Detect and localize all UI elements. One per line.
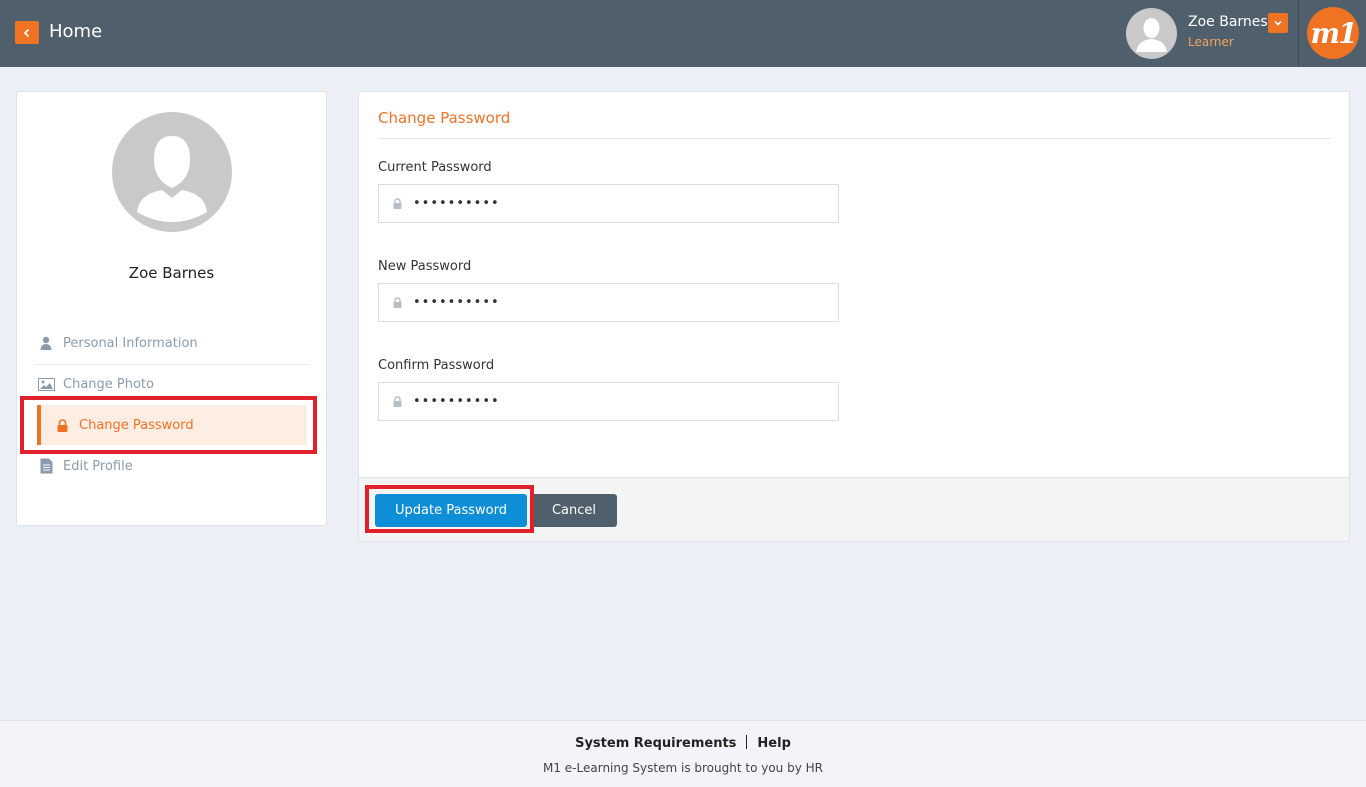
- form-title: Change Password: [378, 109, 511, 127]
- lock-icon: [391, 198, 403, 210]
- document-icon: [37, 457, 55, 475]
- current-password-label: Current Password: [378, 160, 492, 175]
- profile-card: Zoe Barnes Personal Information Change P…: [16, 91, 327, 526]
- footer-links: System Requirements Help: [0, 735, 1366, 751]
- back-button[interactable]: [15, 21, 39, 44]
- logo-text: m1: [1310, 16, 1357, 50]
- footer-link-separator: [746, 735, 748, 749]
- user-name: Zoe Barnes: [1188, 14, 1268, 30]
- menu-item-label: Edit Profile: [63, 458, 133, 474]
- lock-icon: [391, 297, 403, 309]
- new-password-input[interactable]: [413, 295, 813, 310]
- confirm-password-input[interactable]: [413, 394, 813, 409]
- image-icon: [37, 375, 55, 393]
- confirm-password-label: Confirm Password: [378, 358, 495, 373]
- lock-icon: [391, 396, 403, 408]
- profile-avatar: [112, 112, 232, 232]
- chevron-down-icon: [1274, 20, 1282, 26]
- user-silhouette-icon: [137, 136, 207, 222]
- home-link[interactable]: Home: [49, 20, 102, 44]
- current-password-input[interactable]: [413, 196, 813, 211]
- user-icon: [37, 334, 55, 352]
- footer-note: M1 e-Learning System is brought to you b…: [543, 761, 823, 775]
- user-silhouette-icon: [1136, 18, 1167, 52]
- user-avatar[interactable]: [1126, 8, 1177, 59]
- menu-item-label: Change Photo: [63, 376, 154, 392]
- m1-logo[interactable]: m1: [1307, 7, 1359, 59]
- cancel-button[interactable]: Cancel: [531, 494, 617, 527]
- top-bar: Home Zoe Barnes Learner m1: [0, 0, 1366, 67]
- menu-item-label: Personal Information: [63, 335, 198, 351]
- menu-item-personal-information[interactable]: Personal Information: [37, 323, 307, 363]
- title-divider: [378, 138, 1331, 139]
- confirm-password-field[interactable]: [378, 382, 839, 421]
- page-footer: System Requirements Help M1 e-Learning Sy…: [0, 720, 1366, 787]
- current-password-field[interactable]: [378, 184, 839, 223]
- chevron-left-icon: [23, 28, 30, 37]
- new-password-label: New Password: [378, 259, 472, 274]
- system-requirements-link[interactable]: System Requirements: [575, 736, 736, 751]
- help-link[interactable]: Help: [757, 736, 790, 751]
- change-password-form: Change Password Current Password New Pas…: [358, 91, 1350, 542]
- user-role: Learner: [1188, 35, 1234, 49]
- user-menu-dropdown[interactable]: [1268, 13, 1288, 33]
- highlight-box-button: [365, 485, 534, 533]
- profile-name: Zoe Barnes: [128, 264, 215, 282]
- new-password-field[interactable]: [378, 283, 839, 322]
- header-divider: [1298, 0, 1299, 67]
- highlight-box-menu: [20, 396, 317, 454]
